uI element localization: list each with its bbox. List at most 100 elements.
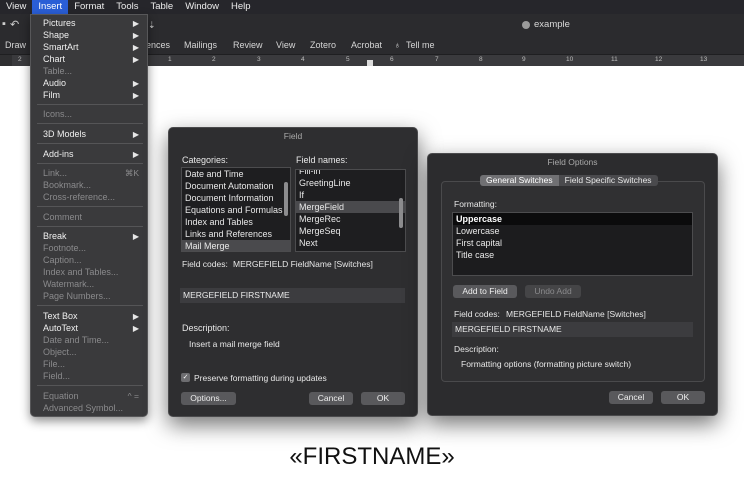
tab-field-specific-switches[interactable]: Field Specific Switches (558, 175, 658, 186)
field-code-input[interactable]: MERGEFIELD FIRSTNAME (452, 322, 693, 337)
list-item[interactable]: If (296, 189, 405, 201)
link-shortcut: ⌘K (124, 168, 139, 178)
menu-item-autotext[interactable]: AutoText (43, 323, 78, 334)
list-item-selected[interactable]: Mail Merge (182, 240, 290, 251)
list-item[interactable]: MergeRec (296, 213, 405, 225)
menu-table[interactable]: Table (144, 0, 179, 14)
ruler-number: 2 (212, 56, 216, 63)
document-merge-field[interactable]: «FIRSTNAME» (0, 443, 744, 471)
list-item[interactable]: Title case (453, 249, 692, 261)
list-item[interactable]: Next (296, 237, 405, 249)
list-item[interactable]: Document Information (182, 192, 290, 204)
tab-zotero[interactable]: Zotero (310, 40, 336, 50)
menu-item-cross-reference: Cross-reference... (43, 192, 116, 202)
list-item[interactable]: Fill-in (296, 170, 405, 177)
save-icon[interactable]: ▪ (2, 18, 6, 30)
description-label: Description: (182, 323, 230, 333)
tab-review[interactable]: Review (233, 40, 263, 50)
ruler-number: 4 (301, 56, 305, 63)
list-item-selected[interactable]: MergeField (296, 201, 405, 213)
formatting-list[interactable]: Uppercase Lowercase First capital Title … (452, 212, 693, 276)
menu-item-pictures[interactable]: Pictures (43, 18, 76, 29)
preserve-formatting-checkbox[interactable]: ✓ (181, 373, 190, 382)
ok-button[interactable]: OK (661, 391, 705, 404)
ruler-number: 13 (700, 56, 708, 63)
list-item[interactable]: Date and Time (182, 168, 290, 180)
menu-separator (37, 385, 143, 386)
description-text: Formatting options (formatting picture s… (461, 359, 632, 369)
categories-list[interactable]: Date and Time Document Automation Docume… (181, 167, 291, 252)
tell-me-search[interactable]: Tell me (406, 40, 435, 50)
menu-item-chart[interactable]: Chart (43, 54, 65, 65)
menu-item-break[interactable]: Break (43, 231, 67, 242)
menu-item-file: File... (43, 359, 66, 369)
menu-bar: View Insert Format Tools Table Window He… (0, 0, 744, 14)
menu-tools[interactable]: Tools (110, 0, 144, 14)
list-item[interactable]: MergeSeq (296, 225, 405, 237)
preserve-formatting-label: Preserve formatting during updates (194, 373, 327, 383)
menu-view[interactable]: View (0, 0, 32, 14)
submenu-arrow-icon: ▶ (132, 43, 139, 52)
formatting-label: Formatting: (454, 199, 497, 209)
ruler-number: 11 (611, 56, 618, 63)
menu-item-film[interactable]: Film (43, 90, 60, 101)
ruler-number: 7 (435, 56, 439, 63)
cancel-button[interactable]: Cancel (609, 391, 653, 404)
menu-item-shape[interactable]: Shape (43, 30, 69, 41)
menu-item-table: Table... (43, 66, 73, 76)
menu-separator (37, 104, 143, 105)
ruler-number: 8 (479, 56, 483, 63)
menu-item-3d-models[interactable]: 3D Models (43, 129, 86, 140)
field-dialog: Field Categories: Date and Time Document… (168, 127, 418, 417)
menu-help[interactable]: Help (225, 0, 257, 14)
switch-tabs: General Switches Field Specific Switches (480, 175, 658, 186)
menu-item-text-box[interactable]: Text Box (43, 311, 78, 322)
list-item-selected[interactable]: Uppercase (453, 213, 692, 225)
menu-window[interactable]: Window (179, 0, 225, 14)
menu-separator (37, 163, 143, 164)
list-item[interactable]: Document Automation (182, 180, 290, 192)
tab-draw[interactable]: Draw (5, 40, 26, 50)
list-item[interactable]: GreetingLine (296, 177, 405, 189)
field-names-scrollbar[interactable] (399, 198, 403, 228)
menu-item-watermark: Watermark... (43, 279, 95, 289)
ruler-margin (0, 55, 12, 66)
list-item[interactable]: Links and References (182, 228, 290, 240)
menu-item-smartart[interactable]: SmartArt (43, 42, 79, 53)
list-item[interactable]: Equations and Formulas (182, 204, 290, 216)
menu-format[interactable]: Format (68, 0, 110, 14)
field-codes-label: Field codes: (182, 259, 228, 269)
submenu-arrow-icon: ▶ (132, 150, 139, 159)
menu-item-add-ins[interactable]: Add-ins (43, 149, 74, 160)
list-item[interactable]: Lowercase (453, 225, 692, 237)
field-dialog-title: Field (283, 131, 303, 141)
tab-mailings[interactable]: Mailings (184, 40, 217, 50)
tab-references[interactable]: ences (146, 40, 170, 50)
menu-insert[interactable]: Insert (32, 0, 69, 14)
menu-item-footnote: Footnote... (43, 243, 87, 253)
field-names-list[interactable]: Fill-in GreetingLine If MergeField Merge… (295, 169, 406, 252)
field-code-input[interactable]: MERGEFIELD FIRSTNAME (180, 288, 405, 303)
tab-acrobat[interactable]: Acrobat (351, 40, 382, 50)
tab-view[interactable]: View (276, 40, 295, 50)
options-button[interactable]: Options... (181, 392, 236, 405)
list-item[interactable]: Index and Tables (182, 216, 290, 228)
add-to-field-button[interactable]: Add to Field (453, 285, 517, 298)
tab-general-switches[interactable]: General Switches (480, 175, 559, 186)
menu-item-audio[interactable]: Audio (43, 78, 66, 89)
cancel-button[interactable]: Cancel (309, 392, 353, 405)
menu-item-date-time: Date and Time... (43, 335, 110, 345)
field-options-title: Field Options (547, 157, 598, 167)
submenu-arrow-icon: ▶ (132, 79, 139, 88)
menu-item-comment: Comment (43, 212, 83, 222)
customize-toolbar-icon[interactable]: ⇣ (148, 20, 156, 31)
submenu-arrow-icon: ▶ (132, 31, 139, 40)
categories-scrollbar[interactable] (284, 182, 288, 216)
menu-item-link: Link... (43, 168, 68, 178)
undo-icon[interactable]: ↶ (10, 18, 19, 31)
list-item[interactable]: First capital (453, 237, 692, 249)
ok-button[interactable]: OK (361, 392, 405, 405)
menu-item-bookmark: Bookmark... (43, 180, 92, 190)
indent-marker[interactable] (367, 60, 373, 66)
cloud-icon (522, 20, 530, 29)
